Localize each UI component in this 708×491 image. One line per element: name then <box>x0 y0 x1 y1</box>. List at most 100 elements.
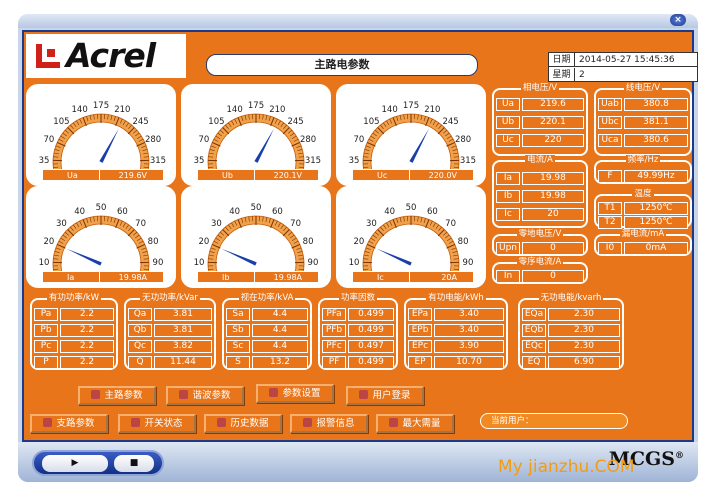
reactive-power-group: 无功功率/kVar Qa 3.81 Qb 3.81 Qc 3.82 Q 11.44 <box>124 293 216 370</box>
gauge-tick-label: 175 <box>403 101 419 111</box>
gauge-tick-label: 70 <box>290 219 301 229</box>
gauge-dial: 0102030405060708090100 <box>349 203 473 274</box>
gauge-tick-label: 315 <box>150 156 166 166</box>
value-row: P 2.2 <box>34 356 116 369</box>
gauge-readout: Ia 19.98A <box>42 271 164 283</box>
branch-params-button[interactable]: 支路参数 <box>30 414 108 433</box>
value-label: In <box>496 270 520 283</box>
gauge-tick-label: 315 <box>305 156 321 166</box>
gauge-dial: 03570105140175210245280315350 <box>194 101 321 172</box>
gauge-dial: 03570105140175210245280315350 <box>349 101 476 172</box>
value-label: PF <box>322 356 346 369</box>
value-label: S <box>226 356 250 369</box>
group-title: 频率/Hz <box>625 155 661 165</box>
value-label: I0 <box>598 242 622 255</box>
gauge-ic: 0102030405060708090100 Ic20A <box>336 186 486 288</box>
gauge-tick-label: 280 <box>455 135 471 145</box>
gauge-tick-label: 90 <box>308 258 319 268</box>
gauge-tick-label: 280 <box>145 135 161 145</box>
group-title: 电流/A <box>525 155 555 165</box>
value-row: Q 11.44 <box>128 356 214 369</box>
value-field: 0.499 <box>348 308 394 321</box>
value-label: Ic <box>496 208 520 221</box>
gauge-tick-label: 140 <box>72 105 88 115</box>
value-label: PFb <box>322 324 346 337</box>
weekday-row: 星期 2 <box>549 68 697 82</box>
gauge-readout: Uc 220.0V <box>352 169 474 181</box>
gauge-tick-label: 140 <box>382 105 398 115</box>
date-label: 日期 <box>549 53 575 67</box>
gauge-tick-label: 35 <box>349 156 360 166</box>
value-label: Pc <box>34 340 58 353</box>
value-row: In 0 <box>496 270 586 283</box>
value-row: PF 0.499 <box>322 356 396 369</box>
phase-voltage-group: 相电压/V Ua 219.6 Ub 220.1 Uc 220 <box>492 83 588 156</box>
user-login-button[interactable]: 用户登录 <box>346 386 424 405</box>
gauge-tick-label: 30 <box>366 219 377 229</box>
history-data-button[interactable]: 历史数据 <box>204 414 282 433</box>
stop-button[interactable]: ■ <box>114 455 154 472</box>
value-row: PFb 0.499 <box>322 324 396 337</box>
gauge-dial: 0102030405060708090100 <box>39 203 164 274</box>
gauge-tick-label: 20 <box>354 237 365 247</box>
value-label: Uca <box>598 134 622 147</box>
gauge-readout: Ua 219.6V <box>42 169 164 181</box>
group-title: 漏电流/mA <box>619 229 667 239</box>
param-settings-button[interactable]: 参数设置 <box>256 384 334 403</box>
weekday-value: 2 <box>579 70 585 80</box>
value-row: EQb 2.30 <box>522 324 622 337</box>
value-label: EQb <box>522 324 546 337</box>
value-label: Ua <box>496 98 520 111</box>
value-field: 3.40 <box>434 324 504 337</box>
value-field: 4.4 <box>252 324 308 337</box>
value-row: EQc 2.30 <box>522 340 622 353</box>
value-field: 0 <box>522 270 584 283</box>
group-title: 功率因数 <box>338 293 377 303</box>
value-field: 6.90 <box>548 356 620 369</box>
value-field: 3.81 <box>154 324 212 337</box>
value-label: Q <box>128 356 152 369</box>
gauge-needle <box>66 248 102 266</box>
gauge-tick-label: 70 <box>44 135 55 145</box>
gauge-tick-label: 30 <box>211 219 222 229</box>
value-field: 4.4 <box>252 308 308 321</box>
value-row: EP 10.70 <box>408 356 506 369</box>
gauge-readout: Ic 20A <box>352 271 474 283</box>
close-icon[interactable]: × <box>670 14 686 26</box>
max-demand-button[interactable]: 最大需量 <box>376 414 454 433</box>
gauge-tick-label: 60 <box>117 207 128 217</box>
value-label: PFa <box>322 308 346 321</box>
group-title: 无功电能/kvarh <box>538 293 604 303</box>
hmi-window: × Acrel 主路电参数 日期 2014-05-27 15:45:36 星期 … <box>18 14 698 482</box>
value-field: 10.70 <box>434 356 504 369</box>
gauge-needle <box>221 248 257 266</box>
alarm-info-button[interactable]: 报警信息 <box>290 414 368 433</box>
gauge-tick-label: 315 <box>460 156 476 166</box>
gauge-tick-label: 210 <box>424 105 440 115</box>
value-row: PFc 0.497 <box>322 340 396 353</box>
main-params-button[interactable]: 主路参数 <box>78 386 156 405</box>
gauge-tick-label: 50 <box>96 203 107 213</box>
play-button[interactable]: ▶ <box>42 455 108 472</box>
gauge-tick-label: 140 <box>227 105 243 115</box>
value-label: EPc <box>408 340 432 353</box>
play-icon: ▶ <box>71 458 79 468</box>
value-label: P <box>34 356 58 369</box>
group-title: 零序电流/A <box>516 257 564 267</box>
gauge-tick-label: 70 <box>354 135 365 145</box>
value-field: 3.81 <box>154 308 212 321</box>
value-field: 0.499 <box>348 356 394 369</box>
value-label: Uab <box>598 98 622 111</box>
group-title: 有功电能/kWh <box>426 293 486 303</box>
value-row: Uab 380.8 <box>598 98 690 111</box>
gauge-tick-label: 10 <box>349 258 360 268</box>
value-field: 1250℃ <box>624 202 688 215</box>
harmonic-params-button[interactable]: 谐波参数 <box>166 386 244 405</box>
switch-status-button[interactable]: 开关状态 <box>118 414 196 433</box>
value-label: Qc <box>128 340 152 353</box>
reactive-energy-group: 无功电能/kvarh EQa 2.30 EQb 2.30 EQc 2.30 EQ 6.90 <box>518 293 624 370</box>
gauge-tick-label: 60 <box>272 207 283 217</box>
value-field: 0.497 <box>348 340 394 353</box>
gauge-tick-label: 90 <box>153 258 164 268</box>
current-group: 电流/A Ia 19.98 Ib 19.98 Ic 20 <box>492 155 588 228</box>
